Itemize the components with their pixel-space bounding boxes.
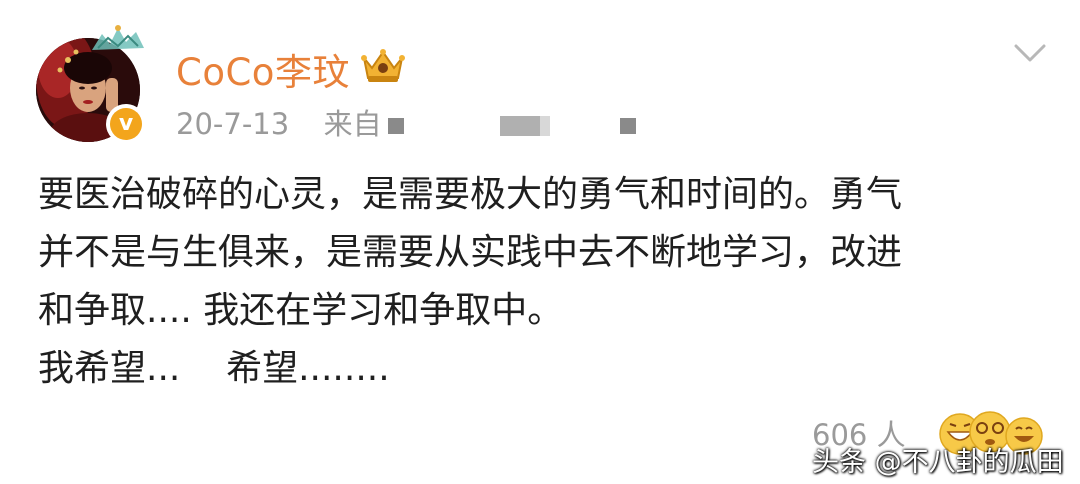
watermark: 头条 @不八卦的瓜田 — [812, 447, 1064, 478]
post-text-line: 要医治破碎的心灵，是需要极大的勇气和时间的。勇气 — [38, 174, 903, 215]
post-text-line: 我希望... 希望........ — [38, 348, 390, 389]
post-text-line: 并不是与生俱来，是需要从实践中去不断地学习，改进 — [38, 232, 903, 273]
avatar-container[interactable]: v — [36, 20, 146, 144]
redacted-source-block — [500, 116, 542, 136]
post-header: v CoCo李玟 20-7-13 来自 — [0, 0, 1080, 150]
post-text-line: 和争取.... 我还在学习和争取中。 — [38, 290, 564, 331]
post-meta: 20-7-13 来自 — [176, 101, 382, 143]
redacted-source-block — [540, 116, 550, 136]
redacted-source-block — [620, 118, 636, 134]
bird-decoration-icon — [92, 25, 144, 50]
chevron-down-icon[interactable] — [1010, 38, 1050, 68]
verified-icon: v — [110, 108, 142, 140]
post-date: 20-7-13 — [176, 107, 290, 141]
post-source-label: 来自 — [323, 107, 382, 141]
vip-crown-icon — [361, 49, 405, 82]
user-name[interactable]: CoCo李玟 — [176, 42, 350, 96]
verified-badge: v — [106, 104, 146, 144]
post-body: 要医治破碎的心灵，是需要极大的勇气和时间的。勇气 并不是与生俱来，是需要从实践中… — [38, 166, 1048, 398]
redacted-source-block — [388, 118, 404, 134]
